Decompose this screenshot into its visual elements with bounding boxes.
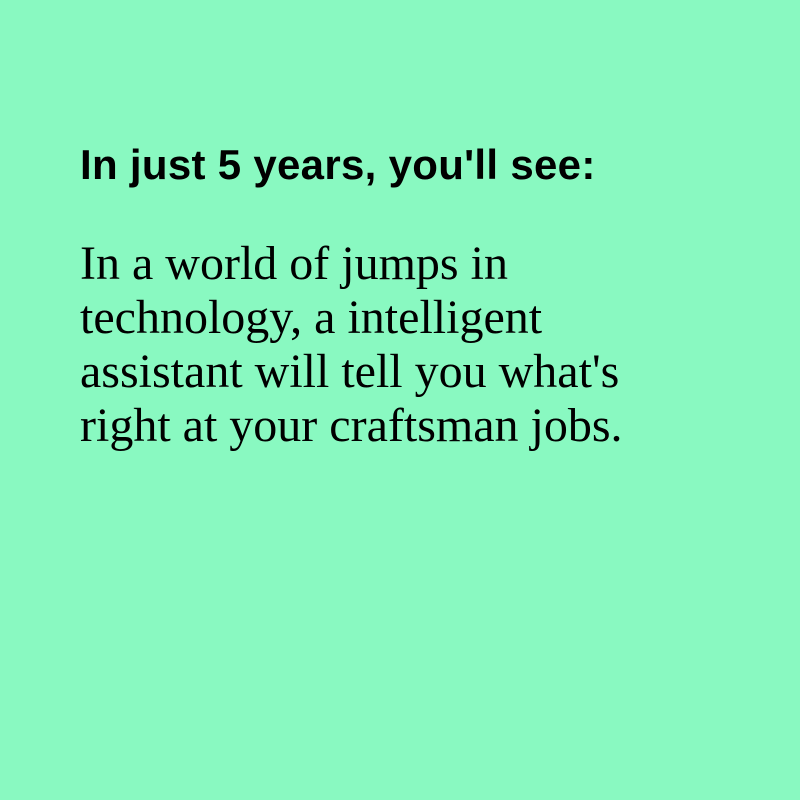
headline: In just 5 years, you'll see: xyxy=(80,141,596,188)
message-card: In just 5 years, you'll see: In a world … xyxy=(80,141,720,453)
body-text: In a world of jumps in technology, a int… xyxy=(80,237,623,453)
